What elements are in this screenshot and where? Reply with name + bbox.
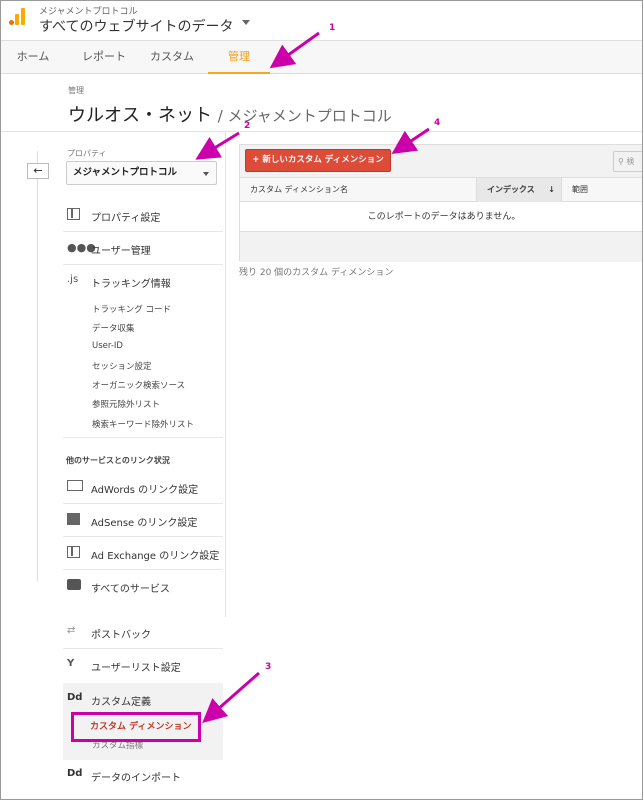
- sidebar-sub-referral-exclusion[interactable]: 参照元除外リスト: [92, 398, 160, 410]
- sidebar-item-label: すべてのサービス: [91, 584, 170, 595]
- sidebar-item-label: プロパティ設定: [91, 213, 161, 224]
- users-icon: ●●●: [67, 241, 96, 254]
- sidebar-item-label: ユーザー管理: [91, 246, 151, 257]
- sidebar-sub-user-id[interactable]: User-ID: [92, 341, 123, 351]
- empty-table-message: このレポートのデータはありません。: [240, 202, 642, 232]
- sidebar-item-tracking[interactable]: .js トラッキング情報: [63, 265, 223, 298]
- divider: [225, 132, 226, 617]
- tab-custom[interactable]: カスタム: [139, 41, 205, 74]
- sidebar-item-postback[interactable]: ⇄ ポストバック: [63, 616, 223, 649]
- account-title: ウルオス・ネット: [68, 105, 212, 126]
- sidebar-item-label: Ad Exchange のリンク設定: [91, 551, 220, 562]
- sidebar-item-adexchange[interactable]: Ad Exchange のリンク設定: [63, 537, 223, 570]
- adwords-icon: [67, 480, 83, 494]
- sidebar-sub-organic-search[interactable]: オーガニック検索ソース: [92, 379, 185, 391]
- adsense-icon: [67, 513, 83, 527]
- sidebar-item-user-list[interactable]: Y ユーザーリスト設定: [63, 649, 223, 682]
- sidebar-item-label: ポストバック: [91, 630, 151, 641]
- sidebar-sub-data-collection[interactable]: データ収集: [92, 322, 135, 334]
- annotation-number-3: 3: [265, 662, 272, 672]
- column-header-index[interactable]: インデックス ↓: [476, 178, 562, 202]
- property-label: プロパティ: [67, 149, 107, 158]
- all-services-icon: [67, 579, 83, 593]
- caret-down-icon[interactable]: [242, 20, 250, 25]
- property-select-value: メジャメントプロトコル: [73, 167, 178, 178]
- analytics-logo-icon[interactable]: [9, 7, 27, 25]
- annotation-number-1: 1: [329, 23, 336, 33]
- sidebar-item-label: ユーザーリスト設定: [91, 663, 181, 674]
- sidebar-item-property-settings[interactable]: プロパティ設定: [63, 199, 223, 232]
- top-bar: メジャメントプロトコル すべてのウェブサイトのデータ: [1, 1, 642, 41]
- new-custom-dimension-button[interactable]: + 新しいカスタム ディメンション: [245, 149, 391, 172]
- postback-icon: ⇄: [67, 625, 76, 636]
- main-nav: ホーム レポート カスタム 管理: [1, 41, 642, 74]
- column-header-label: インデックス: [487, 185, 535, 194]
- divider: [63, 437, 223, 438]
- column-header-name[interactable]: カスタム ディメンション名: [240, 178, 476, 202]
- sidebar-item-adsense[interactable]: AdSense のリンク設定: [63, 504, 223, 537]
- sidebar-sub-search-term-exclusion[interactable]: 検索キーワード除外リスト: [92, 418, 194, 430]
- tab-admin[interactable]: 管理: [208, 41, 270, 74]
- breadcrumb-admin: 管理: [68, 86, 84, 95]
- sidebar-item-label: トラッキング情報: [91, 279, 171, 290]
- section-heading-linking: 他のサービスとのリンク状況: [66, 456, 170, 465]
- sidebar-item-label: データのインポート: [91, 773, 181, 784]
- property-settings-icon: [67, 208, 83, 222]
- data-import-icon: Dd: [67, 768, 83, 779]
- view-selector[interactable]: すべてのウェブサイトのデータ: [39, 16, 233, 36]
- table-footer: [240, 232, 642, 262]
- sidebar-item-adwords[interactable]: AdWords のリンク設定: [63, 471, 223, 504]
- search-icon: ⚲: [618, 157, 624, 166]
- table-header: カスタム ディメンション名 インデックス ↓ 範囲: [240, 178, 642, 202]
- sort-down-icon: ↓: [548, 185, 555, 194]
- sidebar-item-all-services[interactable]: すべてのサービス: [63, 570, 223, 603]
- back-arrow-button[interactable]: ←: [27, 163, 49, 179]
- tab-home[interactable]: ホーム: [1, 41, 65, 74]
- custom-definitions-icon: Dd: [67, 692, 83, 703]
- annotation-arrow-2: [195, 131, 240, 160]
- search-input[interactable]: ⚲ 検: [613, 151, 642, 172]
- tab-reports[interactable]: レポート: [71, 41, 137, 74]
- highlight-box: [71, 712, 201, 742]
- annotation-number-2: 2: [244, 121, 251, 131]
- sidebar-item-data-import[interactable]: Dd データのインポート: [63, 759, 223, 792]
- adexchange-icon: [67, 546, 83, 560]
- sidebar-item-label: AdSense のリンク設定: [91, 518, 198, 529]
- sidebar-item-label: カスタム定義: [91, 697, 151, 708]
- chevron-down-icon: [203, 172, 209, 176]
- sidebar-item-label: AdWords のリンク設定: [91, 485, 199, 496]
- page-title: ウルオス・ネット / メジャメントプロトコル: [68, 101, 392, 127]
- sidebar-sub-tracking-code[interactable]: トラッキング コード: [92, 303, 171, 315]
- user-list-icon: Y: [67, 658, 75, 669]
- column-header-scope[interactable]: 範囲: [562, 178, 642, 202]
- property-select[interactable]: メジャメントプロトコル: [66, 161, 217, 185]
- sidebar-sub-session-settings[interactable]: セッション設定: [92, 360, 152, 372]
- js-icon: .js: [67, 274, 79, 285]
- annotation-number-4: 4: [434, 118, 441, 128]
- search-placeholder: 検: [626, 157, 635, 166]
- divider: [1, 131, 642, 132]
- remaining-count: 残り 20 個のカスタム ディメンション: [239, 268, 394, 278]
- divider: [37, 151, 38, 581]
- sidebar-item-user-management[interactable]: ●●● ユーザー管理: [63, 232, 223, 265]
- app-window: メジャメントプロトコル すべてのウェブサイトのデータ ホーム レポート カスタム…: [0, 0, 643, 800]
